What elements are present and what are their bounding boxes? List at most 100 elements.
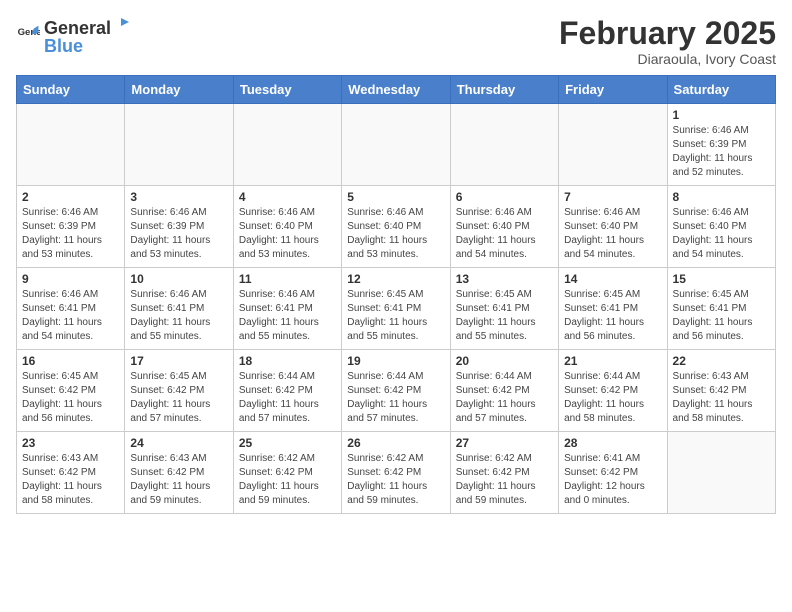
weekday-header-wednesday: Wednesday xyxy=(342,76,450,104)
day-number: 11 xyxy=(239,272,336,286)
calendar-day: 9 Sunrise: 6:46 AM Sunset: 6:41 PM Daylig… xyxy=(17,268,125,350)
calendar-day: 18 Sunrise: 6:44 AM Sunset: 6:42 PM Dayli… xyxy=(233,350,341,432)
day-number: 8 xyxy=(673,190,770,204)
day-info: Sunrise: 6:46 AM Sunset: 6:40 PM Dayligh… xyxy=(239,206,336,262)
logo-general-text: General xyxy=(44,19,111,37)
day-info: Sunrise: 6:46 AM Sunset: 6:41 PM Dayligh… xyxy=(239,288,336,344)
day-number: 28 xyxy=(564,436,661,450)
day-info: Sunrise: 6:42 AM Sunset: 6:42 PM Dayligh… xyxy=(347,452,444,508)
calendar-day xyxy=(342,104,450,186)
calendar-day xyxy=(559,104,667,186)
calendar-day: 25 Sunrise: 6:42 AM Sunset: 6:42 PM Dayli… xyxy=(233,432,341,514)
calendar-day xyxy=(125,104,233,186)
day-number: 12 xyxy=(347,272,444,286)
calendar-day: 17 Sunrise: 6:45 AM Sunset: 6:42 PM Dayli… xyxy=(125,350,233,432)
calendar-day: 27 Sunrise: 6:42 AM Sunset: 6:42 PM Dayli… xyxy=(450,432,558,514)
day-number: 19 xyxy=(347,354,444,368)
day-number: 9 xyxy=(22,272,119,286)
day-number: 10 xyxy=(130,272,227,286)
calendar-week-3: 9 Sunrise: 6:46 AM Sunset: 6:41 PM Daylig… xyxy=(17,268,776,350)
calendar-day: 22 Sunrise: 6:43 AM Sunset: 6:42 PM Dayli… xyxy=(667,350,775,432)
day-info: Sunrise: 6:42 AM Sunset: 6:42 PM Dayligh… xyxy=(239,452,336,508)
day-info: Sunrise: 6:46 AM Sunset: 6:40 PM Dayligh… xyxy=(564,206,661,262)
calendar-day: 11 Sunrise: 6:46 AM Sunset: 6:41 PM Dayli… xyxy=(233,268,341,350)
calendar-day: 13Sunrise: 6:45 AM Sunset: 6:41 PM Dayli… xyxy=(450,268,558,350)
day-info: Sunrise: 6:46 AM Sunset: 6:40 PM Dayligh… xyxy=(673,206,770,262)
calendar-day xyxy=(17,104,125,186)
calendar-day: 21 Sunrise: 6:44 AM Sunset: 6:42 PM Dayli… xyxy=(559,350,667,432)
day-info: Sunrise: 6:43 AM Sunset: 6:42 PM Dayligh… xyxy=(673,370,770,426)
day-info: Sunrise: 6:46 AM Sunset: 6:41 PM Dayligh… xyxy=(22,288,119,344)
calendar-day: 28 Sunrise: 6:41 AM Sunset: 6:42 PM Dayli… xyxy=(559,432,667,514)
day-info: Sunrise: 6:45 AM Sunset: 6:41 PM Dayligh… xyxy=(347,288,444,344)
calendar-day: 20Sunrise: 6:44 AM Sunset: 6:42 PM Dayli… xyxy=(450,350,558,432)
calendar-day xyxy=(667,432,775,514)
day-info: Sunrise: 6:45 AM Sunset: 6:42 PM Dayligh… xyxy=(130,370,227,426)
calendar-day: 1 Sunrise: 6:46 AM Sunset: 6:39 PM Daylig… xyxy=(667,104,775,186)
calendar-day: 24 Sunrise: 6:43 AM Sunset: 6:42 PM Dayli… xyxy=(125,432,233,514)
weekday-header-sunday: Sunday xyxy=(17,76,125,104)
day-info: Sunrise: 6:43 AM Sunset: 6:42 PM Dayligh… xyxy=(130,452,227,508)
day-number: 15 xyxy=(673,272,770,286)
calendar-day xyxy=(450,104,558,186)
page-header: General General Blue February 2025 Diara… xyxy=(16,16,776,67)
calendar-week-5: 23 Sunrise: 6:43 AM Sunset: 6:42 PM Dayli… xyxy=(17,432,776,514)
day-info: Sunrise: 6:44 AM Sunset: 6:42 PM Dayligh… xyxy=(239,370,336,426)
day-number: 4 xyxy=(239,190,336,204)
day-info: Sunrise: 6:46 AM Sunset: 6:41 PM Dayligh… xyxy=(130,288,227,344)
day-number: 25 xyxy=(239,436,336,450)
weekday-header-row: SundayMondayTuesdayWednesdayThursdayFrid… xyxy=(17,76,776,104)
location-subtitle: Diaraoula, Ivory Coast xyxy=(559,51,776,67)
day-number: 26 xyxy=(347,436,444,450)
calendar-day: 23Sunrise: 6:43 AM Sunset: 6:42 PM Dayli… xyxy=(17,432,125,514)
calendar-day: 12 Sunrise: 6:45 AM Sunset: 6:41 PM Dayli… xyxy=(342,268,450,350)
logo-icon: General xyxy=(16,24,40,48)
day-number: 3 xyxy=(130,190,227,204)
calendar-day: 2Sunrise: 6:46 AM Sunset: 6:39 PM Daylig… xyxy=(17,186,125,268)
calendar-day: 8 Sunrise: 6:46 AM Sunset: 6:40 PM Daylig… xyxy=(667,186,775,268)
day-info: Sunrise: 6:46 AM Sunset: 6:40 PM Dayligh… xyxy=(347,206,444,262)
calendar-week-4: 16 Sunrise: 6:45 AM Sunset: 6:42 PM Dayli… xyxy=(17,350,776,432)
day-info: Sunrise: 6:46 AM Sunset: 6:39 PM Dayligh… xyxy=(673,124,770,180)
logo: General General Blue xyxy=(16,16,129,55)
day-info: Sunrise: 6:44 AM Sunset: 6:42 PM Dayligh… xyxy=(564,370,661,426)
day-number: 24 xyxy=(130,436,227,450)
weekday-header-thursday: Thursday xyxy=(450,76,558,104)
day-number: 23 xyxy=(22,436,119,450)
day-number: 5 xyxy=(347,190,444,204)
day-info: Sunrise: 6:46 AM Sunset: 6:40 PM Dayligh… xyxy=(456,206,553,262)
calendar-week-2: 2 Sunrise: 6:46 AM Sunset: 6:39 PM Daylig… xyxy=(17,186,776,268)
day-number: 18 xyxy=(239,354,336,368)
day-info: Sunrise: 6:45 AM Sunset: 6:42 PM Dayligh… xyxy=(22,370,119,426)
day-info: Sunrise: 6:44 AM Sunset: 6:42 PM Dayligh… xyxy=(456,370,553,426)
day-info: Sunrise: 6:45 AM Sunset: 6:41 PM Dayligh… xyxy=(673,288,770,344)
logo-flag-icon xyxy=(111,16,129,34)
calendar-day: 15 Sunrise: 6:45 AM Sunset: 6:41 PM Dayli… xyxy=(667,268,775,350)
weekday-header-monday: Monday xyxy=(125,76,233,104)
day-number: 6 xyxy=(456,190,553,204)
day-number: 21 xyxy=(564,354,661,368)
day-number: 17 xyxy=(130,354,227,368)
calendar-day: 14Sunrise: 6:45 AM Sunset: 6:41 PM Dayli… xyxy=(559,268,667,350)
day-number: 27 xyxy=(456,436,553,450)
day-info: Sunrise: 6:44 AM Sunset: 6:42 PM Dayligh… xyxy=(347,370,444,426)
logo-blue-text: Blue xyxy=(44,37,129,55)
calendar-week-1: 1 Sunrise: 6:46 AM Sunset: 6:39 PM Daylig… xyxy=(17,104,776,186)
day-number: 22 xyxy=(673,354,770,368)
calendar-day xyxy=(233,104,341,186)
day-number: 7 xyxy=(564,190,661,204)
calendar-day: 16 Sunrise: 6:45 AM Sunset: 6:42 PM Dayli… xyxy=(17,350,125,432)
day-number: 2 xyxy=(22,190,119,204)
day-info: Sunrise: 6:46 AM Sunset: 6:39 PM Dayligh… xyxy=(130,206,227,262)
day-number: 16 xyxy=(22,354,119,368)
calendar-day: 26 Sunrise: 6:42 AM Sunset: 6:42 PM Dayli… xyxy=(342,432,450,514)
calendar-day: 6 Sunrise: 6:46 AM Sunset: 6:40 PM Daylig… xyxy=(450,186,558,268)
weekday-header-saturday: Saturday xyxy=(667,76,775,104)
day-number: 1 xyxy=(673,108,770,122)
day-info: Sunrise: 6:41 AM Sunset: 6:42 PM Dayligh… xyxy=(564,452,661,508)
month-title: February 2025 xyxy=(559,16,776,51)
weekday-header-friday: Friday xyxy=(559,76,667,104)
calendar-day: 7 Sunrise: 6:46 AM Sunset: 6:40 PM Daylig… xyxy=(559,186,667,268)
day-info: Sunrise: 6:42 AM Sunset: 6:42 PM Dayligh… xyxy=(456,452,553,508)
day-number: 14 xyxy=(564,272,661,286)
